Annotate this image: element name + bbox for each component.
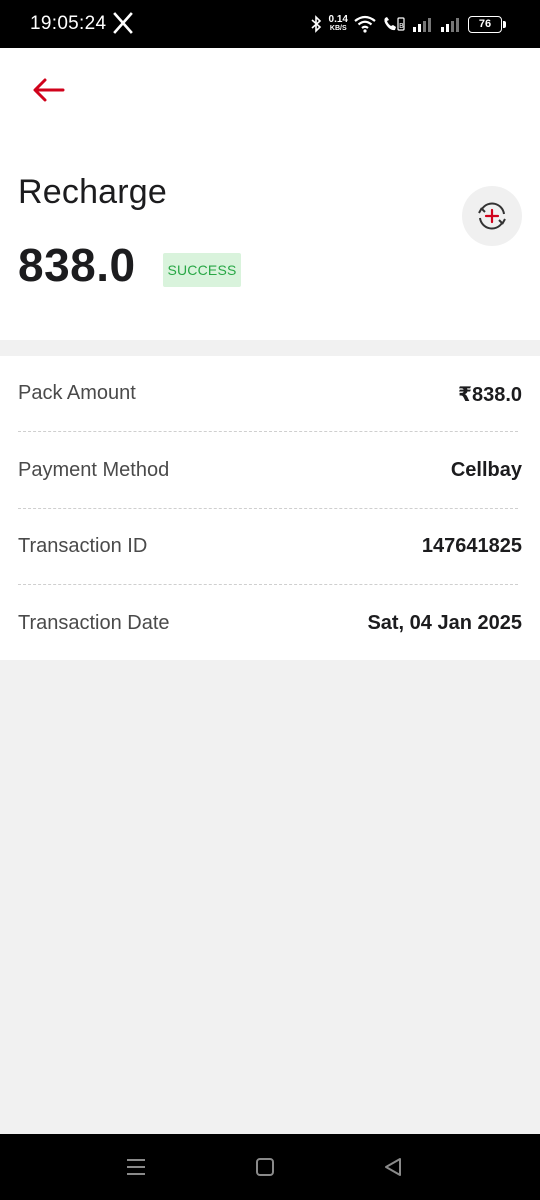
detail-row-pack-amount: Pack Amount ₹838.0 <box>0 374 540 414</box>
detail-value: 147641825 <box>421 535 522 557</box>
detail-row-transaction-date: Transaction Date Sat, 04 Jan 2025 <box>0 604 540 644</box>
detail-row-payment-method: Payment Method Cellbay <box>0 451 540 491</box>
detail-value: Cellbay <box>450 459 522 481</box>
status-bar: 19:05:24 0.14 KB/S B 76 <box>0 0 540 48</box>
bluetooth-icon <box>311 15 321 33</box>
net-speed-value: 0.14 <box>328 14 348 25</box>
svg-text:B: B <box>399 22 404 30</box>
wifi-icon <box>354 15 376 33</box>
detail-value: ₹838.0 <box>458 384 522 406</box>
detail-label: Transaction ID <box>18 535 148 557</box>
net-speed-unit: KB/S <box>329 25 347 32</box>
x-icon <box>113 12 133 34</box>
status-badge: SUCCESS <box>163 253 241 287</box>
transaction-details: Pack Amount ₹838.0 Payment Method Cellba… <box>0 356 540 660</box>
detail-label: Pack Amount <box>18 382 136 404</box>
home-icon[interactable] <box>255 1156 275 1178</box>
divider <box>18 584 518 585</box>
detail-value: Sat, 04 Jan 2025 <box>367 612 522 634</box>
net-speed: 0.14 KB/S <box>329 15 348 33</box>
refresh-add-icon <box>478 202 506 230</box>
transaction-header: Recharge 838.0 SUCCESS <box>0 48 540 340</box>
divider <box>18 431 518 432</box>
signal-icon <box>413 18 431 32</box>
back-icon[interactable] <box>383 1156 403 1178</box>
battery-level: 76 <box>478 18 492 30</box>
status-icons: 0.14 KB/S B 76 <box>309 11 506 37</box>
menu-icon[interactable] <box>125 1156 147 1178</box>
system-nav-bar <box>0 1134 540 1200</box>
detail-row-transaction-id: Transaction ID 147641825 <box>0 527 540 567</box>
detail-label: Payment Method <box>18 459 170 481</box>
signal-icon-2 <box>441 18 459 32</box>
back-arrow-icon[interactable] <box>30 74 66 106</box>
divider <box>18 508 518 509</box>
repeat-recharge-button[interactable] <box>462 186 522 246</box>
recharge-amount: 838.0 <box>18 239 136 291</box>
page-title: Recharge <box>18 173 168 211</box>
detail-label: Transaction Date <box>18 612 170 634</box>
volte-call-icon: B <box>384 17 405 31</box>
status-time: 19:05:24 <box>30 13 107 34</box>
battery-icon: 76 <box>468 15 506 33</box>
